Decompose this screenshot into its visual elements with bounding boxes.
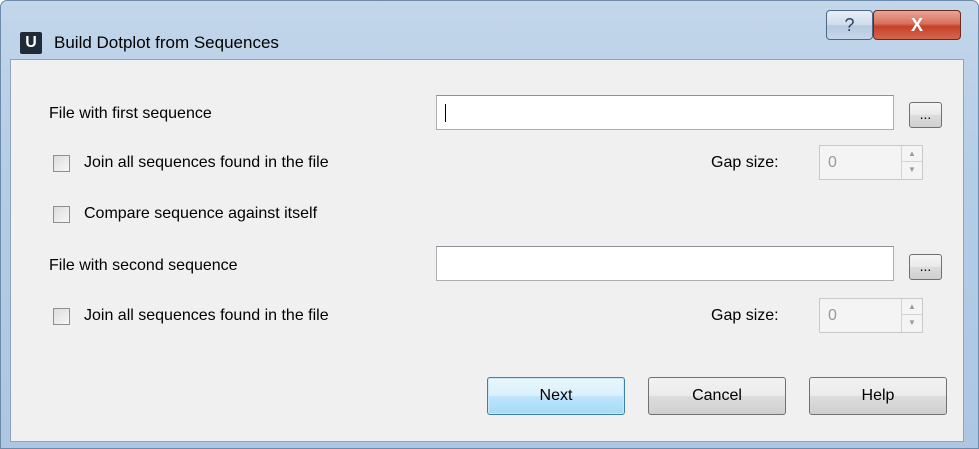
first-file-label: File with first sequence [49, 105, 212, 122]
gap-size-first-stepper: ▲ ▼ [901, 146, 922, 179]
gap-size-second-spinbox[interactable]: 0 ▲ ▼ [819, 298, 923, 333]
context-help-button[interactable]: ? [826, 10, 873, 40]
second-file-input[interactable] [436, 246, 894, 281]
gap-size-second-value: 0 [828, 307, 837, 324]
close-button[interactable]: X [873, 10, 961, 40]
title-bar[interactable]: U Build Dotplot from Sequences ? X [1, 1, 978, 59]
join-first-checkbox[interactable] [53, 155, 70, 172]
spin-down-icon[interactable]: ▼ [902, 315, 922, 331]
join-first-label: Join all sequences found in the file [84, 154, 329, 171]
gap-size-first-value: 0 [828, 154, 837, 171]
dialog-body: File with first sequence ... Join all se… [10, 59, 964, 442]
dialog-window: U Build Dotplot from Sequences ? X File … [0, 0, 979, 449]
join-second-checkbox[interactable] [53, 308, 70, 325]
join-second-label: Join all sequences found in the file [84, 307, 329, 324]
browse-first-file-button[interactable]: ... [909, 102, 942, 128]
spin-up-icon[interactable]: ▲ [902, 299, 922, 315]
gap-size-second-stepper: ▲ ▼ [901, 299, 922, 332]
compare-self-checkbox[interactable] [53, 206, 70, 223]
second-file-label: File with second sequence [49, 257, 238, 274]
app-logo-icon: U [20, 32, 42, 54]
next-button[interactable]: Next [487, 377, 625, 415]
compare-self-label: Compare sequence against itself [84, 205, 318, 222]
gap-size-first-spinbox[interactable]: 0 ▲ ▼ [819, 145, 923, 180]
spin-up-icon[interactable]: ▲ [902, 146, 922, 162]
spin-down-icon[interactable]: ▼ [902, 162, 922, 178]
cancel-button[interactable]: Cancel [648, 377, 786, 415]
first-file-input[interactable] [436, 95, 894, 130]
help-button[interactable]: Help [809, 377, 947, 415]
text-caret [445, 104, 446, 122]
window-title: Build Dotplot from Sequences [54, 33, 279, 52]
gap-size-first-label: Gap size: [711, 154, 779, 171]
browse-second-file-button[interactable]: ... [909, 254, 942, 280]
gap-size-second-label: Gap size: [711, 307, 779, 324]
